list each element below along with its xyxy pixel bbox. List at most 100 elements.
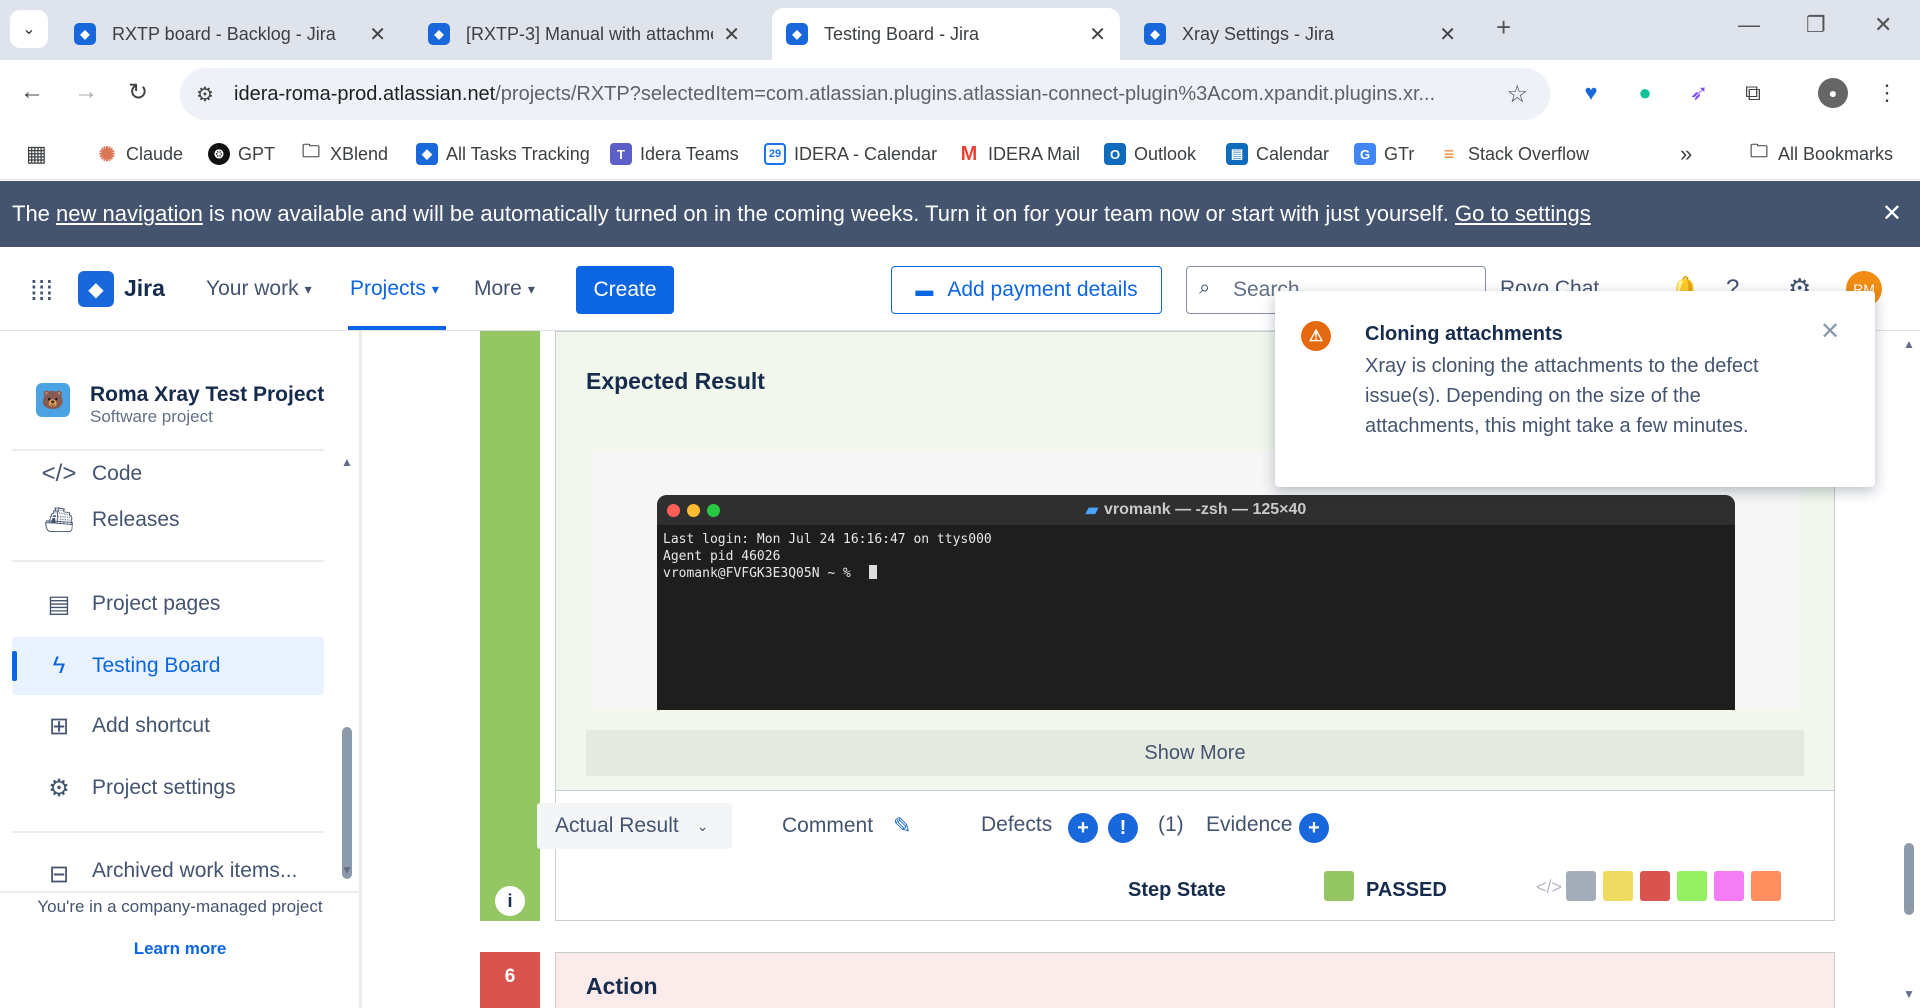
extension-heart-icon[interactable]: ♥ bbox=[1576, 78, 1606, 108]
sidebar-item-project-settings[interactable]: ⚙ Project settings bbox=[12, 759, 324, 817]
bookmark-all-tasks[interactable]: ◆ All Tasks Tracking bbox=[416, 140, 590, 168]
tab-title: [RXTP-3] Manual with attachme bbox=[466, 23, 714, 44]
back-arrow-icon[interactable]: ← bbox=[20, 78, 44, 106]
bookmarks-bar: ▦ ✺ Claude ⊛ GPT 🗀 XBlend ◆ All Tasks Tracki… bbox=[0, 128, 1920, 180]
bookmark-calendar[interactable]: ▤ Calendar bbox=[1226, 140, 1329, 168]
nav-your-work[interactable]: Your work ▾ bbox=[206, 277, 312, 301]
sidebar-scrollbar[interactable] bbox=[342, 727, 352, 879]
minimize-icon[interactable]: — bbox=[1738, 12, 1760, 38]
app-switcher-icon[interactable]: ⁞⁞⁞ bbox=[30, 275, 53, 307]
close-window-icon[interactable]: ✕ bbox=[1874, 12, 1892, 38]
status-passed-swatch[interactable] bbox=[1677, 871, 1707, 901]
extensions-puzzle-icon[interactable]: ⧉ bbox=[1738, 78, 1768, 108]
comment-control[interactable]: Comment ✎ bbox=[782, 813, 911, 839]
jira-logo-icon[interactable]: ◆ bbox=[78, 271, 114, 307]
close-tab-icon[interactable]: ✕ bbox=[723, 22, 740, 47]
site-info-icon[interactable]: ⚙ bbox=[196, 82, 214, 107]
active-nav-underline bbox=[348, 326, 446, 330]
project-name[interactable]: Roma Xray Test Project bbox=[90, 383, 324, 407]
status-failed-swatch[interactable] bbox=[1640, 871, 1670, 901]
profile-avatar-icon[interactable]: ● bbox=[1818, 78, 1848, 108]
pencil-icon[interactable]: ✎ bbox=[893, 813, 911, 839]
bookmark-outlook[interactable]: O Outlook bbox=[1104, 140, 1196, 168]
reload-icon[interactable]: ↻ bbox=[128, 78, 148, 107]
sidebar-item-project-pages[interactable]: ▤ Project pages bbox=[12, 575, 324, 633]
browser-tab-xray-settings[interactable]: ◆ Xray Settings - Jira ✕ bbox=[1130, 8, 1470, 60]
sidebar-item-testing-board[interactable]: ϟ Testing Board bbox=[12, 637, 324, 695]
forward-arrow-icon[interactable]: → bbox=[74, 78, 98, 106]
sidebar-item-code[interactable]: </> Code bbox=[12, 459, 324, 489]
close-tab-icon[interactable]: ✕ bbox=[369, 22, 386, 47]
nav-projects[interactable]: Projects ▾ bbox=[350, 277, 439, 301]
status-blocked-swatch[interactable] bbox=[1751, 871, 1781, 901]
project-type: Software project bbox=[90, 407, 213, 426]
tab-search-button[interactable]: ⌄ bbox=[10, 10, 48, 48]
jira-logo-text[interactable]: Jira bbox=[124, 275, 165, 302]
learn-more-link[interactable]: Learn more bbox=[0, 939, 360, 959]
add-defect-button[interactable]: + bbox=[1068, 813, 1098, 843]
credit-card-icon: ▬ bbox=[915, 279, 934, 300]
bookmark-stack-overflow[interactable]: ≡ Stack Overflow bbox=[1438, 140, 1589, 168]
actual-result-dropdown[interactable]: Actual Result ⌄ bbox=[537, 803, 732, 849]
browser-tab-manual[interactable]: ◆ [RXTP-3] Manual with attachme ✕ bbox=[414, 8, 754, 60]
sidebar-item-add-shortcut[interactable]: ⊞ Add shortcut bbox=[12, 697, 324, 755]
grammarly-icon[interactable]: ● bbox=[1630, 78, 1660, 108]
create-button[interactable]: Create bbox=[576, 266, 674, 314]
close-tab-icon[interactable]: ✕ bbox=[1439, 22, 1456, 47]
gmail-icon: M bbox=[960, 142, 978, 165]
restore-icon[interactable]: ❐ bbox=[1806, 12, 1826, 38]
scroll-up-icon[interactable]: ▲ bbox=[1903, 337, 1915, 351]
close-tab-icon[interactable]: ✕ bbox=[1089, 22, 1106, 47]
nav-more[interactable]: More ▾ bbox=[474, 277, 535, 301]
scroll-down-icon[interactable]: ▼ bbox=[1903, 987, 1915, 1001]
bookmark-gpt[interactable]: ⊛ GPT bbox=[208, 140, 275, 168]
close-icon[interactable]: ✕ bbox=[1820, 317, 1840, 346]
add-evidence-button[interactable]: + bbox=[1299, 813, 1329, 843]
browser-tab-testing-board[interactable]: ◆ Testing Board - Jira ✕ bbox=[772, 8, 1120, 60]
bookmark-label: Idera Teams bbox=[640, 143, 739, 164]
kebab-menu-icon[interactable]: ⋮ bbox=[1872, 78, 1902, 108]
address-bar[interactable]: ⚙ idera-roma-prod.atlassian.net/projects… bbox=[180, 68, 1550, 120]
attachment-screenshot[interactable]: ▰ vromank — -zsh — 125×40 Last login: Mon… bbox=[591, 450, 1801, 710]
stack-overflow-icon: ≡ bbox=[1443, 143, 1455, 164]
bookmark-xblend[interactable]: 🗀 XBlend bbox=[300, 140, 388, 168]
openai-icon: ⊛ bbox=[208, 143, 230, 165]
main-scrollbar[interactable]: ▲ ▼ bbox=[1898, 331, 1920, 1008]
comment-label: Comment bbox=[782, 814, 874, 837]
show-more-button[interactable]: Show More bbox=[586, 730, 1804, 776]
more-bookmarks-icon[interactable]: » bbox=[1680, 140, 1692, 168]
next-step-section: Action bbox=[555, 952, 1835, 1008]
scroll-down-icon[interactable]: ▼ bbox=[341, 863, 353, 877]
scroll-thumb[interactable] bbox=[1904, 843, 1914, 915]
code-status-icon[interactable]: </> bbox=[1536, 877, 1562, 898]
bookmark-idera-calendar[interactable]: 29 IDERA - Calendar bbox=[764, 140, 937, 168]
bookmark-gtr[interactable]: G GTr bbox=[1354, 140, 1414, 168]
extension-rocket-icon[interactable]: ➶ bbox=[1684, 78, 1714, 108]
defect-indicator[interactable]: ! bbox=[1108, 813, 1138, 843]
status-executing-swatch[interactable] bbox=[1603, 871, 1633, 901]
outlook-icon: O bbox=[1104, 143, 1126, 165]
folder-icon: 🗀 bbox=[302, 141, 320, 161]
add-payment-button[interactable]: ▬ Add payment details bbox=[891, 266, 1162, 314]
sidebar-item-archived[interactable]: ⊟ Archived work items... bbox=[12, 859, 324, 889]
navigation-banner: The new navigation is now available and … bbox=[0, 181, 1920, 247]
chevron-down-icon: ▾ bbox=[431, 280, 439, 297]
status-todo-swatch[interactable] bbox=[1566, 871, 1596, 901]
new-navigation-link[interactable]: new navigation bbox=[56, 201, 203, 227]
new-tab-icon[interactable]: + bbox=[1496, 12, 1511, 43]
zoom-dot-icon bbox=[707, 504, 720, 517]
scroll-up-icon[interactable]: ▲ bbox=[341, 455, 353, 469]
apps-grid-icon[interactable]: ▦ bbox=[26, 140, 47, 168]
calendar-icon: ▤ bbox=[1226, 143, 1248, 165]
bookmark-idera-mail[interactable]: M IDERA Mail bbox=[958, 140, 1080, 168]
info-icon[interactable]: i bbox=[495, 886, 525, 916]
go-to-settings-link[interactable]: Go to settings bbox=[1455, 201, 1591, 227]
all-bookmarks[interactable]: 🗀 All Bookmarks bbox=[1748, 140, 1893, 168]
sidebar-item-releases[interactable]: ⛴ Releases bbox=[12, 491, 324, 549]
bookmark-star-icon[interactable]: ☆ bbox=[1506, 80, 1528, 109]
browser-tab-backlog[interactable]: ◆ RXTP board - Backlog - Jira ✕ bbox=[60, 8, 400, 60]
bookmark-claude[interactable]: ✺ Claude bbox=[96, 140, 183, 168]
bookmark-idera-teams[interactable]: T Idera Teams bbox=[610, 140, 739, 168]
close-banner-icon[interactable]: ✕ bbox=[1882, 199, 1902, 228]
status-custom-swatch[interactable] bbox=[1714, 871, 1744, 901]
